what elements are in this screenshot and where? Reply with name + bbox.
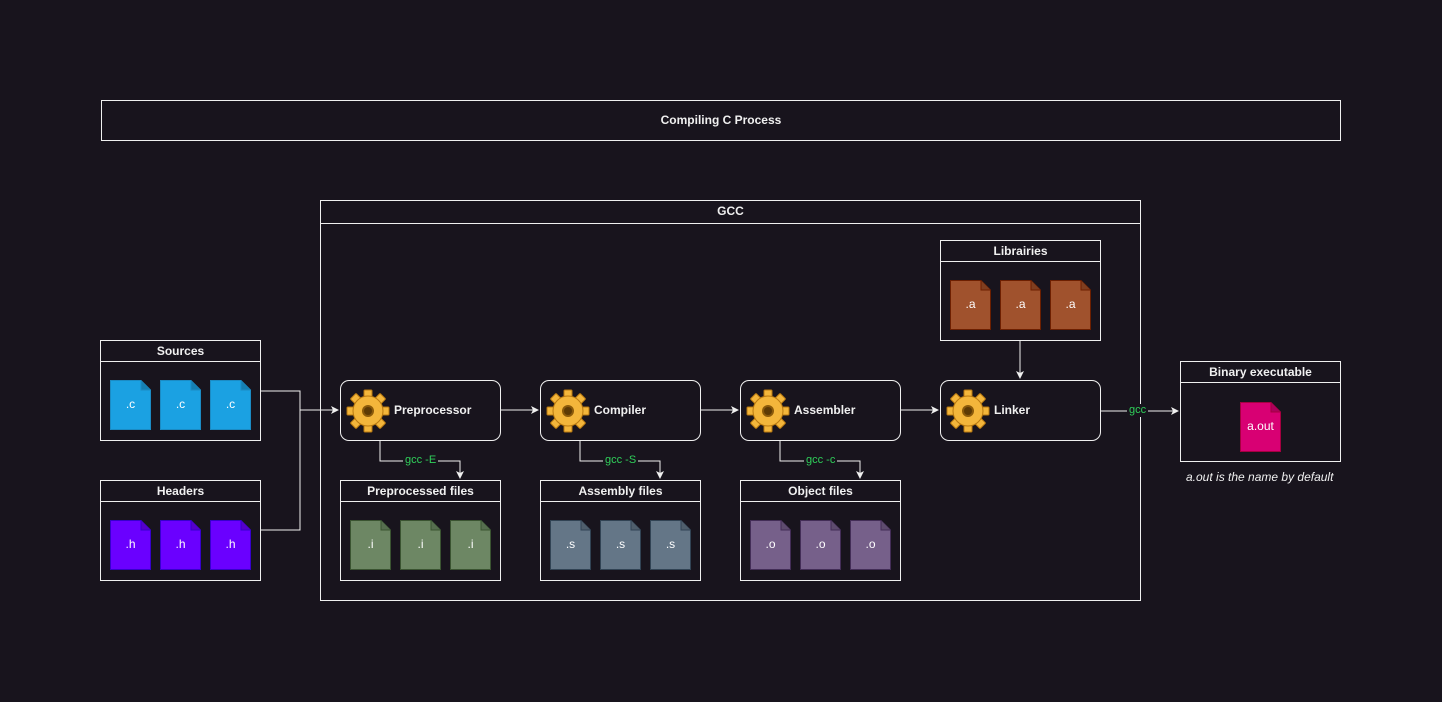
object-files-group: Object files .o .o .o (740, 480, 901, 581)
diagram-title-box: Compiling C Process (101, 100, 1341, 141)
linker-stage[interactable]: Linker (940, 380, 1101, 441)
h-file-icon: .h (210, 520, 251, 570)
assembler-label: Assembler (794, 403, 856, 417)
sources-group: Sources .c .c .c (100, 340, 261, 441)
s-file-label: .s (615, 537, 626, 551)
assembly-files-title: Assembly files (541, 481, 700, 502)
o-file-icon: .o (850, 520, 891, 570)
i-file-icon: .i (400, 520, 441, 570)
o-file-icon: .o (800, 520, 841, 570)
libraries-group: Librairies .a .a .a (940, 240, 1101, 341)
i-file-icon: .i (350, 520, 391, 570)
gcc-s-label: gcc -S (603, 454, 639, 467)
gcc-group-title: GCC (321, 201, 1140, 224)
a-file-icon: .a (1050, 280, 1091, 330)
a-file-icon: .a (1000, 280, 1041, 330)
c-file-icon: .c (160, 380, 201, 430)
a-file-label: .a (965, 297, 976, 311)
h-file-icon: .h (160, 520, 201, 570)
preprocessed-files-title: Preprocessed files (341, 481, 500, 502)
c-file-label: .c (175, 397, 186, 411)
binary-executable-group: Binary executable a.out (1180, 361, 1341, 462)
o-file-icon: .o (750, 520, 791, 570)
preprocessor-stage[interactable]: Preprocessor (340, 380, 501, 441)
gear-icon (346, 389, 390, 433)
sources-title: Sources (101, 341, 260, 362)
diagram-title: Compiling C Process (660, 113, 782, 127)
object-files-title: Object files (741, 481, 900, 502)
s-file-icon: .s (550, 520, 591, 570)
o-file-label: .o (815, 537, 826, 551)
a-file-label: .a (1015, 297, 1026, 311)
gear-icon (746, 389, 790, 433)
preprocessed-files-group: Preprocessed files .i .i .i (340, 480, 501, 581)
i-file-label: .i (367, 537, 374, 551)
executable-file-label: a.out (1247, 419, 1274, 433)
default-name-note: a.out is the name by default (1186, 470, 1334, 484)
o-file-label: .o (865, 537, 876, 551)
c-file-icon: .c (110, 380, 151, 430)
h-file-icon: .h (110, 520, 151, 570)
diagram-canvas: Compiling C Process GCC Sources .c .c .c… (0, 0, 1442, 702)
s-file-icon: .s (600, 520, 641, 570)
c-file-label: .c (125, 397, 136, 411)
c-file-label: .c (225, 397, 236, 411)
gcc-c-label: gcc -c (804, 454, 838, 467)
gear-icon (946, 389, 990, 433)
s-file-label: .s (565, 537, 576, 551)
gcc-link-label: gcc (1127, 404, 1149, 417)
compiler-label: Compiler (594, 403, 647, 417)
a-file-icon: .a (950, 280, 991, 330)
a-file-label: .a (1065, 297, 1076, 311)
h-file-label: .h (225, 537, 236, 551)
c-file-icon: .c (210, 380, 251, 430)
libraries-title: Librairies (941, 241, 1100, 262)
linker-label: Linker (994, 403, 1031, 417)
s-file-icon: .s (650, 520, 691, 570)
binary-executable-title: Binary executable (1181, 362, 1340, 383)
o-file-label: .o (765, 537, 776, 551)
assembly-files-group: Assembly files .s .s .s (540, 480, 701, 581)
i-file-label: .i (467, 537, 474, 551)
gear-icon (546, 389, 590, 433)
preprocessor-label: Preprocessor (394, 403, 472, 417)
h-file-label: .h (175, 537, 186, 551)
gcc-e-label: gcc -E (403, 454, 439, 467)
executable-file-icon: a.out (1240, 402, 1281, 452)
i-file-icon: .i (450, 520, 491, 570)
headers-title: Headers (101, 481, 260, 502)
s-file-label: .s (665, 537, 676, 551)
h-file-label: .h (125, 537, 136, 551)
headers-group: Headers .h .h .h (100, 480, 261, 581)
assembler-stage[interactable]: Assembler (740, 380, 901, 441)
i-file-label: .i (417, 537, 424, 551)
compiler-stage[interactable]: Compiler (540, 380, 701, 441)
